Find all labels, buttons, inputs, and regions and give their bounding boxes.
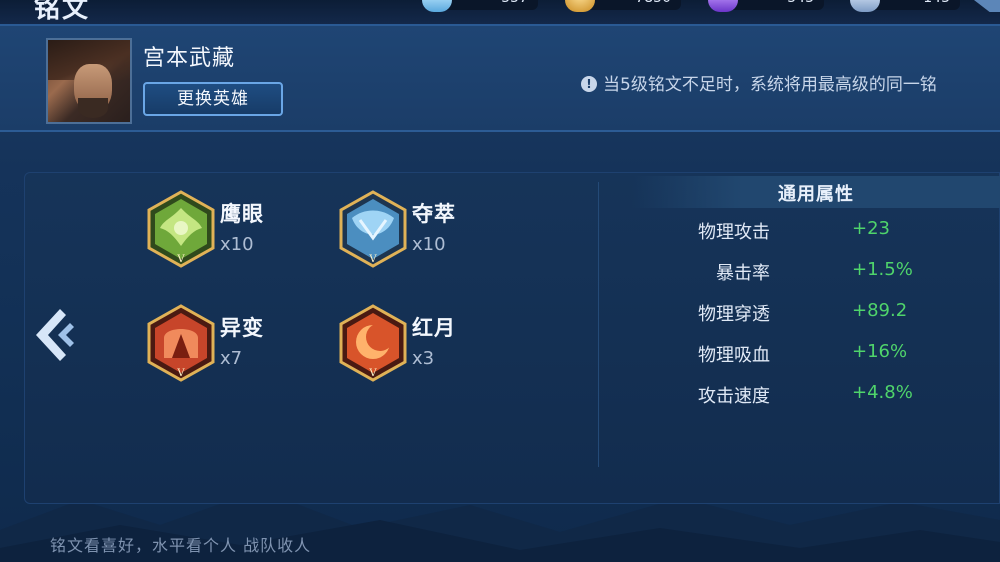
svg-text:V: V [176,254,185,265]
svg-text:V: V [176,368,185,379]
avatar-beard [78,98,108,118]
gold-resource[interactable]: 7850 [565,0,681,12]
hero-header: 宫本武藏 更换英雄 ! 当5级铭文不足时，系统将用最高级的同一铭 [0,26,1000,132]
attribute-row: 物理攻击 +23 [630,218,960,244]
attributes-header: 通用属性 [632,176,1000,208]
rune-count: x3 [412,348,435,369]
notice-text: ! 当5级铭文不足时，系统将用最高级的同一铭 [581,70,937,95]
hero-avatar[interactable] [46,38,132,124]
notice-message: 当5级铭文不足时，系统将用最高级的同一铭 [603,75,937,95]
top-bar: 铭文 557 7850 543 143 [0,0,1000,26]
back-arrow-icon[interactable] [30,305,76,365]
rune-hawk-eye[interactable]: V 鹰眼 x10 [146,190,286,280]
red-moon-rune-icon: V [339,304,407,382]
crystal-count: 543 [787,0,814,6]
info-icon: ! [581,76,597,92]
rune-name: 红月 [412,316,456,340]
attribute-value: +89.2 [852,300,908,321]
card-resource[interactable]: 143 [850,0,960,12]
attribute-value: +23 [852,218,890,239]
mutation-rune-icon: V [147,304,215,382]
corner-button[interactable] [974,0,1000,12]
attribute-name: 物理攻击 [698,222,770,243]
diamond-count: 557 [501,0,528,6]
attribute-row: 暴击率 +1.5% [630,259,960,285]
rune-name: 夺萃 [412,202,456,226]
crystal-resource[interactable]: 543 [708,0,824,12]
rune-plunder[interactable]: V 夺萃 x10 [338,190,478,280]
attribute-name: 物理穿透 [698,304,770,325]
hero-name: 宫本武藏 [143,46,236,71]
gold-count: 7850 [635,0,671,6]
rune-name: 鹰眼 [220,202,264,226]
card-icon [850,0,880,12]
attribute-value: +1.5% [852,259,913,280]
plunder-rune-icon: V [339,190,407,268]
crystal-icon [708,0,738,12]
page-title: 铭文 [34,0,91,24]
rune-name: 异变 [220,316,264,340]
rune-count: x7 [220,348,243,369]
attribute-name: 攻击速度 [698,386,770,407]
svg-text:V: V [368,254,377,265]
card-count: 143 [923,0,950,6]
attribute-row: 物理穿透 +89.2 [630,300,960,326]
rune-mutation[interactable]: V 异变 x7 [146,304,286,394]
diamond-icon [422,0,452,12]
footer-watermark-text: 铭文看喜好，水平看个人 战队收人 [50,536,312,555]
svg-text:V: V [368,368,377,379]
gold-coin-icon [565,0,595,12]
panel-divider [598,182,599,467]
rune-count: x10 [412,234,446,255]
rune-count: x10 [220,234,254,255]
attribute-row: 攻击速度 +4.8% [630,382,960,408]
diamond-resource[interactable]: 557 [422,0,538,12]
attribute-value: +16% [852,341,908,362]
attribute-value: +4.8% [852,382,913,403]
attribute-name: 物理吸血 [698,345,770,366]
attribute-row: 物理吸血 +16% [630,341,960,367]
attribute-name: 暴击率 [716,263,770,284]
change-hero-button[interactable]: 更换英雄 [143,82,283,116]
rune-red-moon[interactable]: V 红月 x3 [338,304,478,394]
attributes-title: 通用属性 [778,184,854,205]
hawk-eye-rune-icon: V [147,190,215,268]
